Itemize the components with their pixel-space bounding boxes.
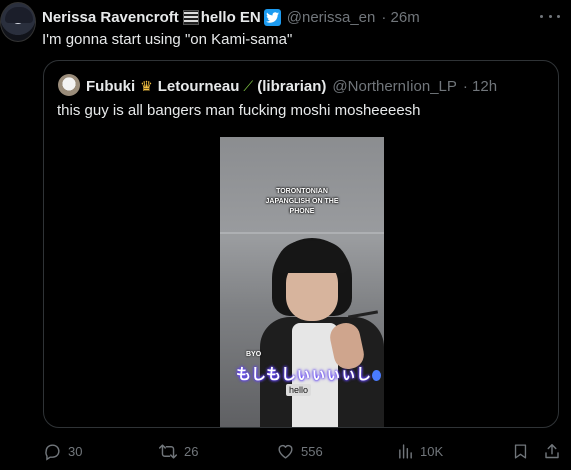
reply-icon	[45, 444, 60, 461]
author-name[interactable]: Nerissa Ravencroft	[42, 9, 179, 26]
quote-text: this guy is all bangers man fucking mosh…	[57, 102, 421, 119]
retweet-icon	[158, 444, 178, 459]
tweet-text: I'm gonna start using "on Kami-sama"	[42, 31, 293, 48]
quote-time: · 12h	[462, 77, 498, 95]
clapperboard-emoji-icon	[182, 9, 199, 25]
retweet-count: 26	[184, 444, 199, 459]
retweet-button[interactable]: 26	[158, 442, 198, 461]
tweet-header: Nerissa Ravencroft hello EN @nerissa_en …	[42, 7, 420, 27]
more-options-icon[interactable]	[540, 8, 560, 24]
action-bar: 30 26 556 10K	[0, 440, 571, 464]
video-caption-top: TORONTONIAN JAPANGLISH ON THE PHONE	[265, 188, 339, 215]
author-name-suffix[interactable]: hello EN	[201, 9, 261, 26]
wall-line	[220, 232, 384, 234]
author-handle[interactable]: @nerissa_en	[287, 9, 376, 26]
video-caption-hello: hello	[286, 384, 312, 396]
quote-author-suffix: (librarian)	[257, 77, 327, 95]
quoted-tweet[interactable]: Fubuki ♛ Letourneau ⟋ (librarian) @North…	[43, 60, 559, 428]
quote-author-first: Fubuki	[86, 77, 136, 95]
leek-emoji-icon: ⟋	[243, 77, 254, 94]
views-button[interactable]: 10K	[397, 442, 443, 461]
share-button[interactable]	[543, 442, 561, 461]
person-bangs	[276, 241, 348, 273]
video-caption-small: BYO	[246, 351, 262, 358]
heart-icon	[278, 444, 293, 459]
quote-author-avatar	[58, 74, 80, 96]
quote-author-last: Letourneau	[157, 77, 240, 95]
quote-author-handle: @NorthernIion_LP	[332, 77, 457, 95]
bookmark-icon	[514, 444, 527, 459]
like-button[interactable]: 556	[276, 442, 323, 461]
quote-header: Fubuki ♛ Letourneau ⟋ (librarian) @North…	[86, 76, 497, 96]
quote-video[interactable]: TORONTONIAN JAPANGLISH ON THE PHONE BYO …	[220, 137, 384, 427]
views-count: 10K	[420, 444, 444, 459]
video-caption-jp: もしもしぃぃぃぃし	[236, 363, 382, 384]
reply-count: 30	[68, 444, 83, 459]
crown-emoji-icon: ♛	[140, 77, 153, 94]
pen	[347, 310, 379, 319]
views-bar-chart-icon	[399, 444, 412, 459]
video-caption-jp-text: もしもしぃぃぃぃし	[236, 366, 372, 383]
reply-button[interactable]: 30	[43, 442, 82, 461]
like-count: 556	[301, 444, 323, 459]
tweet-time[interactable]: · 26m	[381, 9, 419, 26]
verified-badge-icon[interactable]	[263, 8, 281, 26]
bookmark-button[interactable]	[512, 442, 529, 461]
author-avatar[interactable]	[0, 2, 36, 42]
blue-dot-icon	[372, 369, 382, 381]
share-icon	[545, 444, 559, 459]
